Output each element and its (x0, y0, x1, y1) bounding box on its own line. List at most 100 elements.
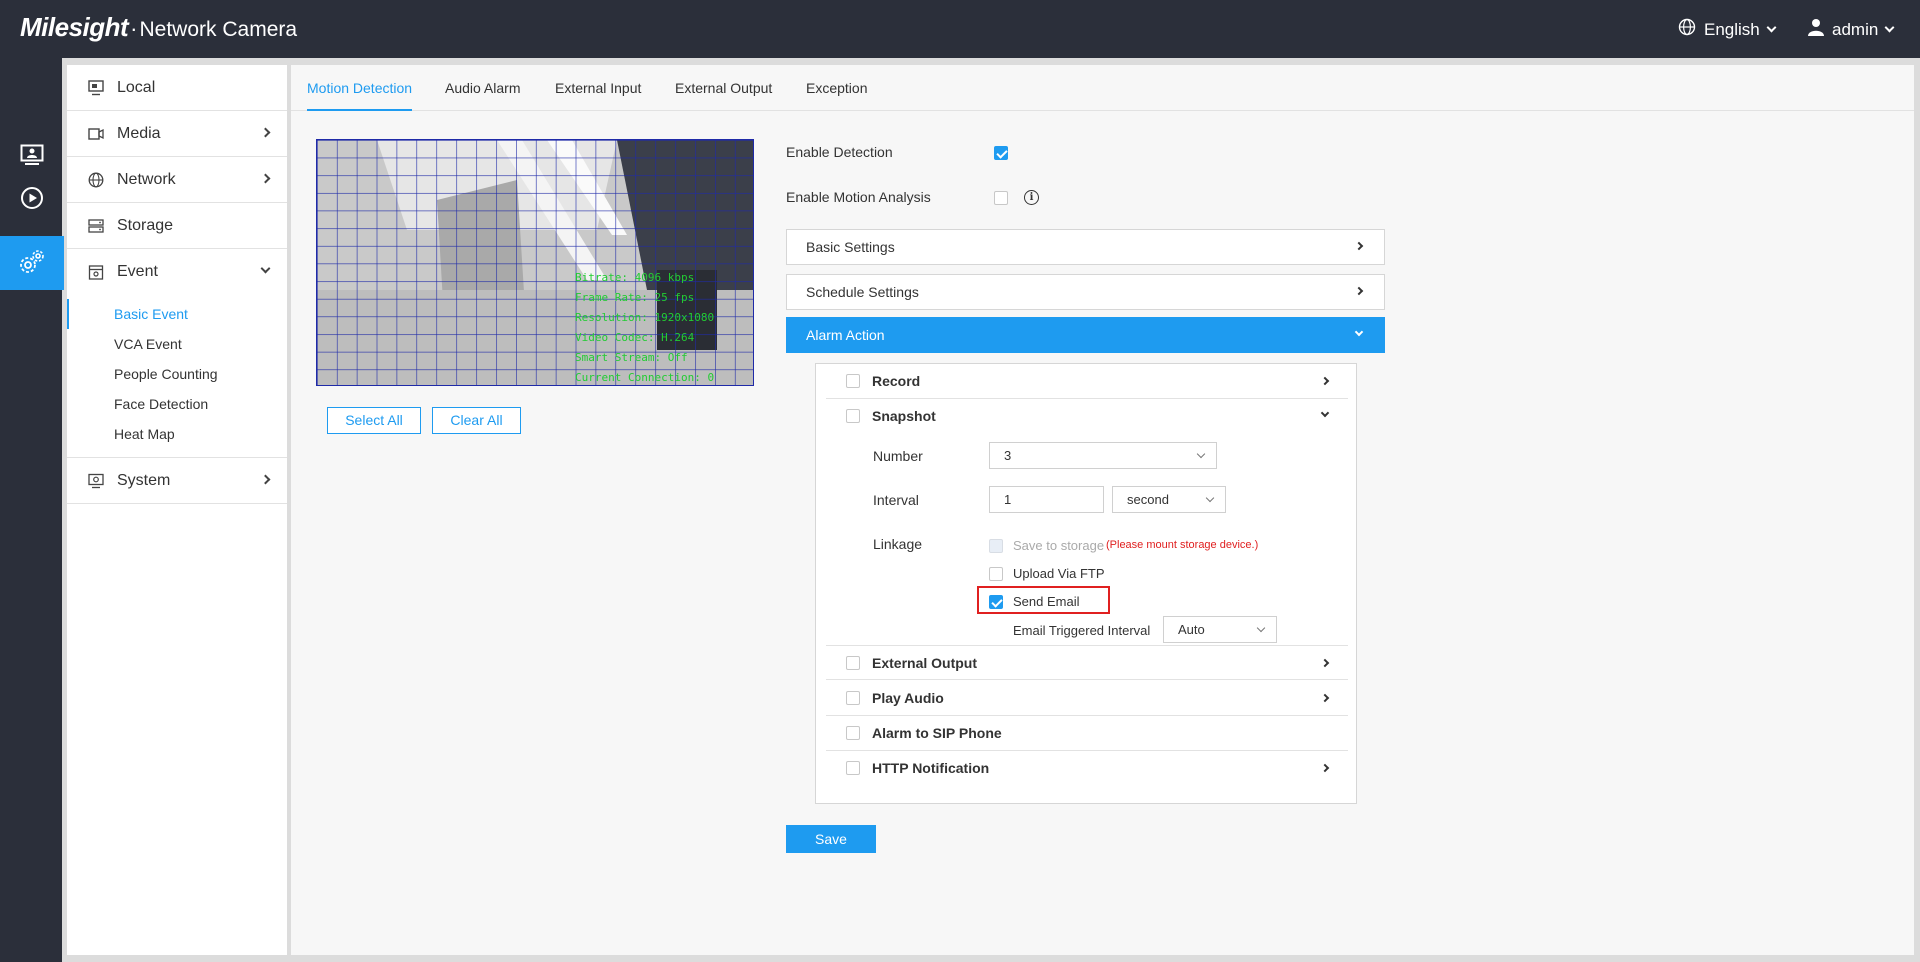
menu-label-network: Network (117, 170, 176, 188)
menu-item-system[interactable]: System (67, 458, 287, 504)
overlay-line: Resolution: 1920x1080 (575, 311, 715, 324)
linkage-label: Linkage (873, 536, 923, 552)
chevron-down-icon (1354, 327, 1364, 337)
play-audio-checkbox[interactable] (846, 691, 860, 705)
product-name: Network Camera (139, 18, 298, 41)
chevron-down-icon (1884, 22, 1895, 33)
save-button[interactable]: Save (786, 825, 876, 853)
language-selector[interactable]: English (1678, 18, 1777, 41)
event-icon (87, 263, 105, 281)
storage-icon (87, 217, 105, 235)
http-notification-checkbox[interactable] (846, 761, 860, 775)
email-interval-value: Auto (1178, 622, 1205, 637)
upload-ftp-checkbox[interactable] (989, 567, 1003, 581)
play-audio-label: Play Audio (872, 690, 944, 706)
menu-label-media: Media (117, 124, 161, 142)
submenu-face-detection[interactable]: Face Detection (67, 389, 287, 419)
system-icon (87, 472, 105, 490)
chevron-right-icon (1320, 763, 1330, 773)
tab-exception[interactable]: Exception (806, 65, 867, 111)
submenu-vca-event[interactable]: VCA Event (67, 329, 287, 359)
globe-icon (1678, 18, 1696, 41)
network-globe-icon (87, 171, 105, 189)
record-checkbox[interactable] (846, 374, 860, 388)
tab-motion-detection[interactable]: Motion Detection (307, 65, 413, 111)
select-all-button[interactable]: Select All (327, 407, 421, 434)
user-menu[interactable]: admin (1808, 18, 1895, 41)
brand-separator: · (130, 16, 138, 41)
external-output-row[interactable]: External Output (826, 645, 1348, 680)
basic-settings-section[interactable]: Basic Settings (786, 229, 1385, 265)
number-select[interactable]: 3 (989, 442, 1217, 469)
monitor-icon (87, 79, 105, 97)
event-submenu: Basic Event VCA Event People Counting Fa… (67, 295, 287, 458)
enable-detection-checkbox[interactable] (994, 146, 1008, 160)
record-row[interactable]: Record (826, 364, 1348, 399)
rail-settings[interactable] (0, 236, 64, 290)
http-notification-row[interactable]: HTTP Notification (826, 751, 1348, 786)
external-output-label: External Output (872, 655, 978, 671)
menu-item-media[interactable]: Media (67, 111, 287, 157)
submenu-heat-map[interactable]: Heat Map (67, 419, 287, 449)
menu-item-local[interactable]: Local (67, 65, 287, 111)
send-email-highlight (977, 586, 1110, 614)
schedule-settings-section[interactable]: Schedule Settings (786, 274, 1385, 310)
tab-external-output[interactable]: External Output (675, 65, 772, 111)
enable-motion-analysis-checkbox[interactable] (994, 191, 1008, 205)
record-label: Record (872, 373, 921, 389)
interval-value: 1 (1004, 492, 1012, 507)
chevron-down-icon (1766, 22, 1777, 33)
rail-playback[interactable] (0, 172, 64, 226)
http-notification-label: HTTP Notification (872, 760, 990, 776)
submenu-people-counting[interactable]: People Counting (67, 359, 287, 389)
submenu-basic-event[interactable]: Basic Event (67, 299, 287, 329)
interval-label: Interval (873, 492, 919, 508)
settings-menu: Local Media Network Storage Event Basic … (67, 65, 287, 955)
chevron-right-icon (1320, 693, 1330, 703)
chevron-right-icon (1354, 241, 1364, 251)
chevron-right-icon (1320, 376, 1330, 386)
chevron-right-icon (1354, 286, 1364, 296)
sip-phone-checkbox[interactable] (846, 726, 860, 740)
chevron-right-icon (260, 173, 271, 184)
event-tabs: Motion Detection Audio Alarm External In… (291, 65, 1914, 111)
menu-item-event[interactable]: Event (67, 249, 287, 295)
live-view-icon (20, 144, 44, 169)
chevron-down-icon (1196, 449, 1206, 459)
number-value: 3 (1004, 448, 1012, 463)
chevron-right-icon (260, 474, 271, 485)
menu-label-event: Event (117, 263, 158, 280)
snapshot-row[interactable]: Snapshot (826, 399, 1348, 434)
overlay-line: Bitrate: 4096 kbps (575, 271, 695, 284)
chevron-down-icon (1205, 493, 1215, 503)
external-output-checkbox[interactable] (846, 656, 860, 670)
snapshot-checkbox[interactable] (846, 409, 860, 423)
interval-unit-value: second (1127, 492, 1169, 507)
menu-item-storage[interactable]: Storage (67, 203, 287, 249)
menu-item-network[interactable]: Network (67, 157, 287, 203)
info-icon[interactable]: i (1024, 190, 1039, 205)
interval-input[interactable]: 1 (989, 486, 1104, 513)
enable-detection-label: Enable Detection (786, 144, 893, 160)
tab-external-input[interactable]: External Input (555, 65, 641, 111)
chevron-down-icon (1256, 623, 1266, 633)
motion-grid-preview[interactable]: Bitrate: 4096 kbps Frame Rate: 25 fps Re… (316, 139, 754, 386)
overlay-line: Video Codec: H.264 (575, 331, 695, 344)
chevron-right-icon (1320, 658, 1330, 668)
enable-motion-analysis-label: Enable Motion Analysis (786, 189, 931, 205)
interval-unit-select[interactable]: second (1112, 486, 1226, 513)
number-label: Number (873, 448, 923, 464)
clear-all-button[interactable]: Clear All (432, 407, 521, 434)
user-icon (1808, 18, 1824, 41)
email-interval-select[interactable]: Auto (1163, 616, 1277, 643)
overlay-line: Current Connection: 0 (575, 371, 715, 384)
playback-icon (20, 186, 44, 213)
tab-audio-alarm[interactable]: Audio Alarm (445, 65, 520, 111)
overlay-line: Smart Stream: Off (575, 351, 688, 364)
play-audio-row[interactable]: Play Audio (826, 681, 1348, 716)
sip-phone-row[interactable]: Alarm to SIP Phone (826, 716, 1348, 751)
save-to-storage-checkbox (989, 539, 1003, 553)
alarm-action-section[interactable]: Alarm Action (786, 317, 1385, 353)
language-label: English (1704, 19, 1760, 39)
overlay-line: Frame Rate: 25 fps (575, 291, 695, 304)
